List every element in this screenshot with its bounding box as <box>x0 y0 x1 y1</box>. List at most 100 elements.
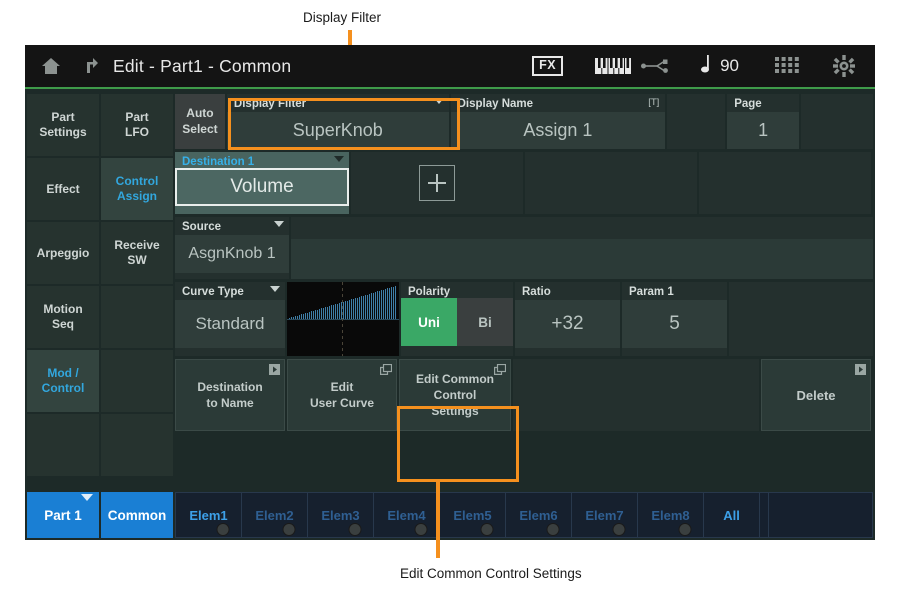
add-destination-slot[interactable] <box>351 152 523 214</box>
chevron-down-icon <box>334 156 344 162</box>
elem7-status-dot <box>612 523 625 536</box>
polarity-field: Polarity Uni Bi <box>401 282 513 356</box>
tab-divider <box>760 493 769 537</box>
highlight-display-filter <box>228 98 460 150</box>
part-tabs: Part 1 Common <box>27 492 173 538</box>
tab-elem1-label: Elem1 <box>189 507 228 523</box>
delete-button[interactable]: Delete <box>761 359 871 431</box>
source-field[interactable]: Source AsgnKnob 1 <box>175 217 289 279</box>
curve-graph <box>287 282 399 356</box>
tab-elem4[interactable]: Elem4 <box>374 493 440 537</box>
row1-spacer-right <box>801 94 873 149</box>
tab-elem7[interactable]: Elem7 <box>572 493 638 537</box>
auto-select-button[interactable]: Auto Select <box>175 94 225 149</box>
tab-elem4-label: Elem4 <box>387 507 426 523</box>
tab-elem1[interactable]: Elem1 <box>176 493 242 537</box>
sidebar-item-empty-2 <box>101 350 173 412</box>
tab-part-1-label: Part 1 <box>44 507 82 523</box>
delete-button-label: Delete <box>796 387 836 403</box>
tab-common-label: Common <box>107 507 167 523</box>
tab-common[interactable]: Common <box>101 492 173 538</box>
ratio-field[interactable]: Ratio +32 <box>515 282 620 356</box>
window-icon <box>494 363 507 379</box>
plus-icon[interactable] <box>419 165 455 201</box>
elem2-status-dot <box>282 523 295 536</box>
tab-part-1[interactable]: Part 1 <box>27 492 99 538</box>
nav-label: Arpeggio <box>36 245 90 260</box>
row-destinations: Destination 1 Volume <box>175 152 873 214</box>
ratio-label: Ratio <box>522 286 551 298</box>
annotation-edit-common-control-settings: Edit Common Control Settings <box>400 566 582 581</box>
tab-all[interactable]: All <box>704 493 760 537</box>
polarity-buttons: Uni Bi <box>401 298 513 346</box>
sidebar-item-motion-seq[interactable]: Motion Seq <box>27 286 99 348</box>
destination-1-field[interactable]: Destination 1 Volume <box>175 152 349 214</box>
polarity-label: Polarity <box>408 286 451 298</box>
tab-elem5-label: Elem5 <box>453 507 492 523</box>
sidebar-item-receive-sw[interactable]: Receive SW <box>101 222 173 284</box>
nav-grid: Part Settings Part LFO Effect Control As… <box>27 94 173 479</box>
tab-elem3[interactable]: Elem3 <box>308 493 374 537</box>
sidebar-item-part-settings[interactable]: Part Settings <box>27 94 99 156</box>
elem6-status-dot <box>546 523 559 536</box>
action-row-gap <box>513 359 759 431</box>
nav-label: Motion Seq <box>43 302 83 331</box>
destination-slot-empty-1[interactable] <box>525 152 697 214</box>
source-row-filler <box>291 217 873 279</box>
jump-icon <box>269 363 280 379</box>
curve-type-field[interactable]: Curve Type Standard <box>175 282 285 356</box>
sidebar-item-part-lfo[interactable]: Part LFO <box>101 94 173 156</box>
sidebar-item-control-assign[interactable]: Control Assign <box>101 158 173 220</box>
page-label: Page <box>734 98 762 110</box>
button-label: Edit User Curve <box>309 379 375 410</box>
row1-spacer-left <box>667 94 726 149</box>
tab-elem6[interactable]: Elem6 <box>506 493 572 537</box>
tab-elem5[interactable]: Elem5 <box>440 493 506 537</box>
source-value: AsgnKnob 1 <box>175 235 289 273</box>
tab-elem8[interactable]: Elem8 <box>638 493 704 537</box>
tab-elem2[interactable]: Elem2 <box>242 493 308 537</box>
sidebar-item-mod-control[interactable]: Mod / Control <box>27 350 99 412</box>
home-icon[interactable] <box>41 57 61 75</box>
source-filler-bottom <box>291 239 873 279</box>
exit-up-icon[interactable] <box>81 57 99 75</box>
destination-1-label: Destination 1 <box>182 156 255 168</box>
fx-badge: FX <box>532 56 564 76</box>
display-name-value: Assign 1 <box>450 112 666 149</box>
grid-icon[interactable] <box>775 57 799 75</box>
curve-type-value: Standard <box>175 300 285 348</box>
tab-empty-area <box>769 493 872 537</box>
row-action-buttons: Destination to Name Edit User Curve Edit… <box>175 359 873 431</box>
tab-all-label: All <box>723 507 740 523</box>
edit-user-curve-button[interactable]: Edit User Curve <box>287 359 397 431</box>
tab-elem6-label: Elem6 <box>519 507 558 523</box>
annotation-display-filter: Display Filter <box>303 10 382 25</box>
gear-icon[interactable] <box>833 55 855 77</box>
usb-icon <box>641 59 671 73</box>
nav-label: Part Settings <box>39 110 87 139</box>
page-title: Edit - Part1 - Common <box>113 55 292 76</box>
nav-label: Mod / Control <box>41 366 85 395</box>
param1-field[interactable]: Param 1 5 <box>622 282 727 356</box>
polarity-uni-button[interactable]: Uni <box>401 298 457 346</box>
elem4-status-dot <box>414 523 427 536</box>
nav-label: Receive SW <box>114 238 160 267</box>
ratio-value: +32 <box>515 300 620 348</box>
tempo-display: 90 <box>701 54 739 78</box>
display-name-field[interactable]: Display Name [T] Assign 1 <box>450 94 666 149</box>
curve-graph-axis <box>287 319 399 320</box>
auto-select-label: Auto Select <box>182 105 218 136</box>
page-field[interactable]: Page 1 <box>727 94 800 149</box>
row-curve: Curve Type Standard Polarity Uni Bi Rati… <box>175 282 873 356</box>
quarter-note-icon <box>701 54 711 78</box>
destination-slot-empty-2[interactable] <box>699 152 871 214</box>
sidebar-item-arpeggio[interactable]: Arpeggio <box>27 222 99 284</box>
chevron-down-icon <box>81 494 93 501</box>
sidebar-item-effect[interactable]: Effect <box>27 158 99 220</box>
polarity-bi-button[interactable]: Bi <box>457 298 513 346</box>
annotation-line-bottom <box>436 482 440 558</box>
destination-to-name-button[interactable]: Destination to Name <box>175 359 285 431</box>
window-icon <box>380 363 393 379</box>
page-value: 1 <box>727 112 800 149</box>
row-source: Source AsgnKnob 1 <box>175 217 873 279</box>
